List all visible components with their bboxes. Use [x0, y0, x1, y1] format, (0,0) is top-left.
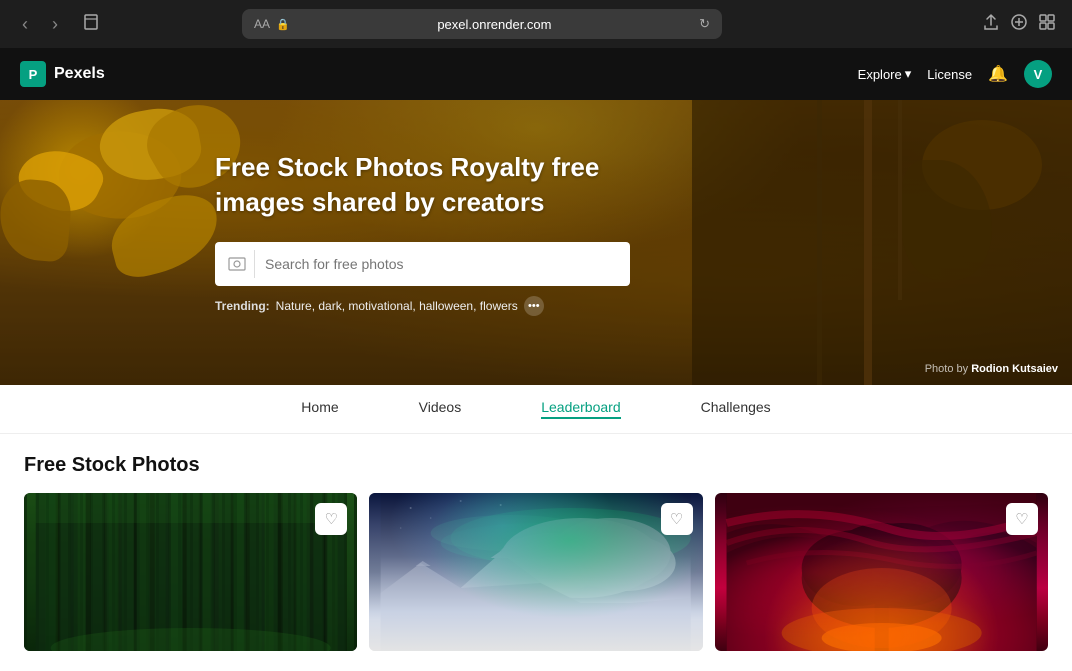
photo-card[interactable]: ♡ [369, 493, 702, 651]
photo-card[interactable]: ♡ [24, 493, 357, 651]
trending-more-button[interactable]: ••• [524, 296, 544, 316]
photographer-link[interactable]: Rodion Kutsaiev [971, 363, 1058, 375]
section-title: Free Stock Photos [24, 454, 1048, 477]
search-icon [227, 250, 255, 278]
tabs-button[interactable] [1038, 13, 1056, 36]
tab-leaderboard[interactable]: Leaderboard [541, 399, 620, 419]
photo-credit: Photo by Rodion Kutsaiev [925, 363, 1058, 375]
tab-videos[interactable]: Videos [419, 399, 462, 419]
like-button-3[interactable]: ♡ [1006, 503, 1038, 535]
trending-row: Trending: Nature, dark, motivational, ha… [215, 296, 1072, 316]
photo-grid: ♡ [24, 493, 1048, 651]
bookmarks-button[interactable] [76, 9, 106, 40]
app-navbar: P Pexels Explore ▾ License 🔔 V [0, 48, 1072, 100]
forward-button[interactable]: › [46, 10, 64, 39]
trending-label: Trending: [215, 299, 270, 313]
search-bar [215, 242, 630, 286]
photo-bg-forest [24, 493, 357, 651]
browser-actions [982, 13, 1056, 36]
tab-home[interactable]: Home [301, 399, 338, 419]
license-button[interactable]: License [927, 67, 972, 82]
app-logo[interactable]: P Pexels [20, 61, 105, 87]
photo-bg-redsky [715, 493, 1048, 651]
like-button-2[interactable]: ♡ [661, 503, 693, 535]
brand-name: Pexels [54, 65, 105, 83]
new-tab-button[interactable] [1010, 13, 1028, 36]
hero-content: Free Stock Photos Royalty free images sh… [0, 100, 1072, 316]
trending-terms[interactable]: Nature, dark, motivational, halloween, f… [276, 299, 518, 313]
navbar-right: Explore ▾ License 🔔 V [858, 60, 1052, 88]
back-button[interactable]: ‹ [16, 10, 34, 39]
url-display: pexel.onrender.com [296, 17, 693, 32]
forest-svg [24, 493, 357, 651]
like-button-1[interactable]: ♡ [315, 503, 347, 535]
reload-icon[interactable]: ↻ [699, 16, 710, 32]
search-input[interactable] [265, 256, 618, 272]
logo-icon: P [20, 61, 46, 87]
address-bar[interactable]: AA 🔒 pexel.onrender.com ↻ [242, 9, 722, 39]
hero-title: Free Stock Photos Royalty free images sh… [215, 150, 655, 220]
tab-challenges[interactable]: Challenges [701, 399, 771, 419]
aa-label: AA [254, 17, 270, 31]
lock-icon: 🔒 [276, 18, 290, 31]
notifications-button[interactable]: 🔔 [988, 64, 1008, 84]
photo-bg-aurora [369, 493, 702, 651]
photo-card[interactable]: ♡ [715, 493, 1048, 651]
browser-chrome: ‹ › AA 🔒 pexel.onrender.com ↻ [0, 0, 1072, 48]
hero-section: Free Stock Photos Royalty free images sh… [0, 100, 1072, 385]
avatar[interactable]: V [1024, 60, 1052, 88]
explore-button[interactable]: Explore ▾ [858, 66, 912, 82]
main-content: Free Stock Photos [0, 434, 1072, 671]
nav-tabs: Home Videos Leaderboard Challenges [0, 385, 1072, 434]
share-button[interactable] [982, 13, 1000, 36]
